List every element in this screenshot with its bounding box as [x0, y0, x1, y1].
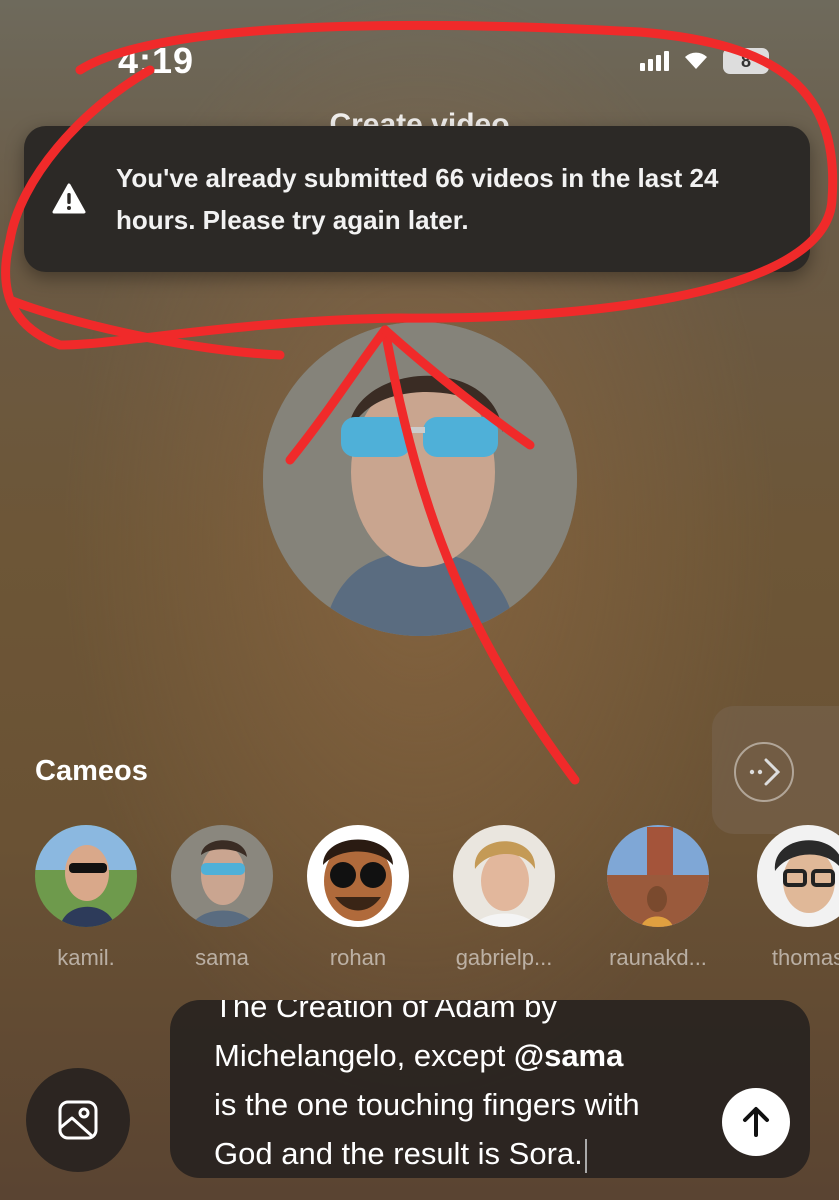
signal-icon — [640, 51, 669, 71]
more-cameos-button[interactable] — [712, 706, 839, 834]
prompt-line: is the one touching fingers with — [214, 1087, 640, 1122]
status-icons: 8 — [640, 48, 769, 74]
cameo-name: sama — [195, 945, 249, 970]
avatar — [307, 825, 409, 927]
avatar — [35, 825, 137, 927]
prompt-input[interactable]: The Creation of Adam by Michelangelo, ex… — [170, 1000, 810, 1178]
cameo-name: rohan — [329, 945, 387, 970]
cameo-item[interactable]: thomas — [748, 825, 839, 971]
portrait-illustration — [263, 322, 577, 636]
cameo-item[interactable]: raunakd... — [598, 825, 718, 971]
prompt-line-text: God and the result is Sora. — [214, 1136, 583, 1171]
image-icon — [58, 1100, 98, 1140]
arrow-up-icon — [743, 1107, 769, 1137]
avatar — [607, 825, 709, 927]
cameo-name: gabrielp... — [455, 945, 553, 970]
prompt-line: Michelangelo, except @sama — [214, 1031, 714, 1080]
avatar — [757, 825, 839, 927]
prompt-line-text: Michelangelo, except — [214, 1038, 514, 1073]
cameos-heading: Cameos — [35, 755, 148, 787]
avatar — [453, 825, 555, 927]
toast-message: You've already submitted 66 videos in th… — [116, 163, 719, 235]
cameo-item[interactable]: gabrielp... — [444, 825, 564, 971]
cameo-item[interactable]: kamil. — [26, 825, 146, 971]
prompt-line: The Creation of Adam by — [214, 1000, 557, 1024]
cameo-name: kamil. — [57, 945, 115, 970]
mention-tag: @sama — [513, 1038, 624, 1073]
prompt-line: God and the result is Sora. — [214, 1129, 714, 1178]
selected-cameo-avatar[interactable] — [263, 322, 577, 636]
status-time: 4:19 — [118, 40, 195, 81]
add-image-button[interactable] — [26, 1068, 130, 1172]
cameo-name: thomas — [771, 945, 839, 970]
battery-indicator: 8 — [723, 48, 769, 74]
next-arrow-icon — [734, 742, 794, 802]
cameo-item[interactable]: rohan — [298, 825, 418, 971]
cameo-item[interactable]: sama — [162, 825, 282, 971]
rate-limit-toast: You've already submitted 66 videos in th… — [24, 126, 810, 272]
send-button[interactable] — [722, 1088, 790, 1156]
prompt-text: The Creation of Adam by Michelangelo, ex… — [214, 1000, 714, 1178]
text-caret — [584, 1138, 587, 1173]
wifi-icon — [685, 52, 707, 69]
warning-icon — [52, 183, 86, 214]
avatar — [171, 825, 273, 927]
cameo-name: raunakd... — [609, 945, 707, 970]
